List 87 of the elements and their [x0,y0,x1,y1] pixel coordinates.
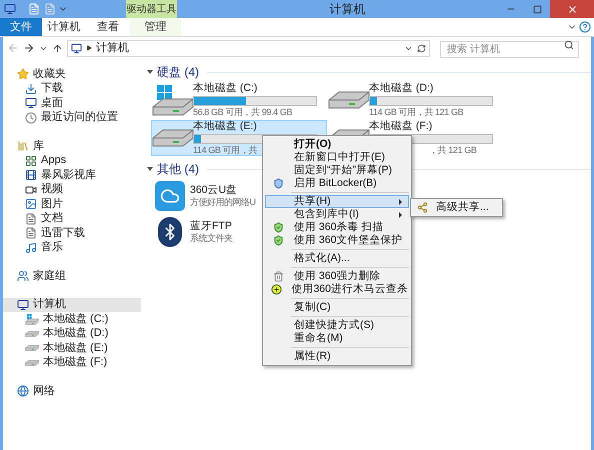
download-icon [25,82,37,95]
sidebar-item[interactable]: 音乐 [3,240,141,255]
image-icon [25,198,37,210]
plus-circle-icon [271,284,282,295]
menu-item[interactable]: 复制(C) [265,301,409,314]
close-button[interactable] [550,0,594,18]
shield-icon [272,235,284,246]
document-icon [25,227,37,240]
drive-icon [25,360,39,366]
menu-item[interactable]: 创建快捷方式(S) [265,319,409,332]
menu-item[interactable]: 使用 360文件堡垒保护 [265,234,409,247]
shield-icon [272,222,284,233]
collapse-icon[interactable] [147,70,153,74]
sidebar-item[interactable]: 暴风影视库 [3,168,141,182]
drive-icon [25,330,39,337]
forward-icon[interactable] [23,42,35,54]
sidebar-item[interactable]: 本地磁盘 (C:) [3,312,141,326]
sidebar-item[interactable]: 家庭组 [3,269,141,284]
globe-icon [17,385,29,398]
sidebar-item[interactable]: 网络 [3,384,141,398]
people-icon [17,270,29,282]
group-heading: 其他 (4) [157,161,199,178]
ribbon-tab[interactable]: 计算机 [42,18,86,36]
trash-icon [272,271,284,282]
sidebar-item[interactable]: Apps [3,154,141,168]
ribbon-tab[interactable]: 管理 [130,18,181,36]
monitor-icon [25,97,37,110]
submenu-arrow-icon [399,212,402,218]
monitor-icon [71,42,82,54]
collapse-icon[interactable] [147,167,153,171]
music-note-icon [25,242,37,254]
menu-item[interactable]: 固定到“开始”屏幕(P) [265,164,409,177]
monitor-icon[interactable] [4,3,16,15]
sidebar-item[interactable]: 本地磁盘 (E:) [3,341,141,356]
sidebar-item[interactable]: 本地磁盘 (D:) [3,326,141,341]
sidebar-item[interactable]: 迅雷下载 [3,226,141,240]
ribbon-tab[interactable]: 文件 [0,18,42,36]
menu-item[interactable]: 使用 360强力删除 [265,270,409,283]
sidebar-item[interactable]: 收藏夹 [3,67,141,82]
system-drive-icon [25,314,39,325]
refresh-icon[interactable] [417,44,426,52]
address-bar[interactable]: 计算机 [67,40,430,56]
menu-item[interactable]: 使用360进行木马云查杀 [265,283,409,296]
grid-icon [25,154,37,167]
menu-item[interactable]: 共享(H) [265,195,409,208]
star-icon [17,68,29,80]
menu-item[interactable]: 高级共享... [413,201,500,214]
sidebar-item[interactable]: 本地磁盘 (F:) [3,356,141,370]
up-icon[interactable] [52,42,63,54]
menu-item[interactable]: 格式化(A)... [265,252,409,265]
video-icon [25,184,37,196]
help-icon[interactable] [579,21,591,33]
drive-tile[interactable]: 本地磁盘 (D:) 114 GB 可用，共 121 GB [327,82,503,118]
monitor-icon [17,298,29,311]
menu-item[interactable]: 使用 360杀毒 扫描 [265,221,409,234]
search-icon[interactable] [564,40,574,50]
sidebar-item[interactable]: 图片 [3,197,141,212]
drive-icon [25,345,39,352]
bluetooth-icon [158,217,182,247]
sidebar-item[interactable]: 文档 [3,212,141,226]
maximize-icon[interactable] [532,4,542,14]
sidebar-item[interactable]: 库 [3,139,141,154]
menu-item[interactable]: 包含到库中(I) [265,208,409,221]
clock-icon [25,112,37,124]
sidebar-item[interactable]: 计算机 [3,298,141,312]
cloud-drive-icon [155,181,185,211]
sidebar-item[interactable]: 视频 [3,182,141,197]
menu-item[interactable]: 启用 BitLocker(B) [265,177,409,190]
menu-item[interactable]: 属性(R) [265,350,409,363]
shield-icon [272,178,284,189]
submenu-arrow-icon [399,198,402,204]
sidebar-item[interactable]: 桌面 [3,96,141,110]
triangle-icon [86,45,92,51]
ribbon-tab[interactable]: 查看 [86,18,130,36]
close-icon [566,4,578,14]
film-icon [25,169,37,182]
sidebar-item[interactable]: 下载 [3,82,141,96]
menu-item[interactable]: 重命名(M) [265,332,409,345]
search-field[interactable]: 搜索 计算机 [440,41,579,58]
group-heading: 硬盘 (4) [157,64,199,81]
tool-tab-group: 驱动器工具 [126,0,177,18]
share-icon [417,202,428,213]
window-title: 计算机 [328,1,366,18]
document-icon [25,212,37,225]
sidebar-item[interactable]: 最近访问的位置 [3,110,141,125]
drive-tile[interactable]: 本地磁盘 (C:) 56.8 GB 可用，共 99.4 GB [151,82,327,118]
library-icon [17,140,29,152]
